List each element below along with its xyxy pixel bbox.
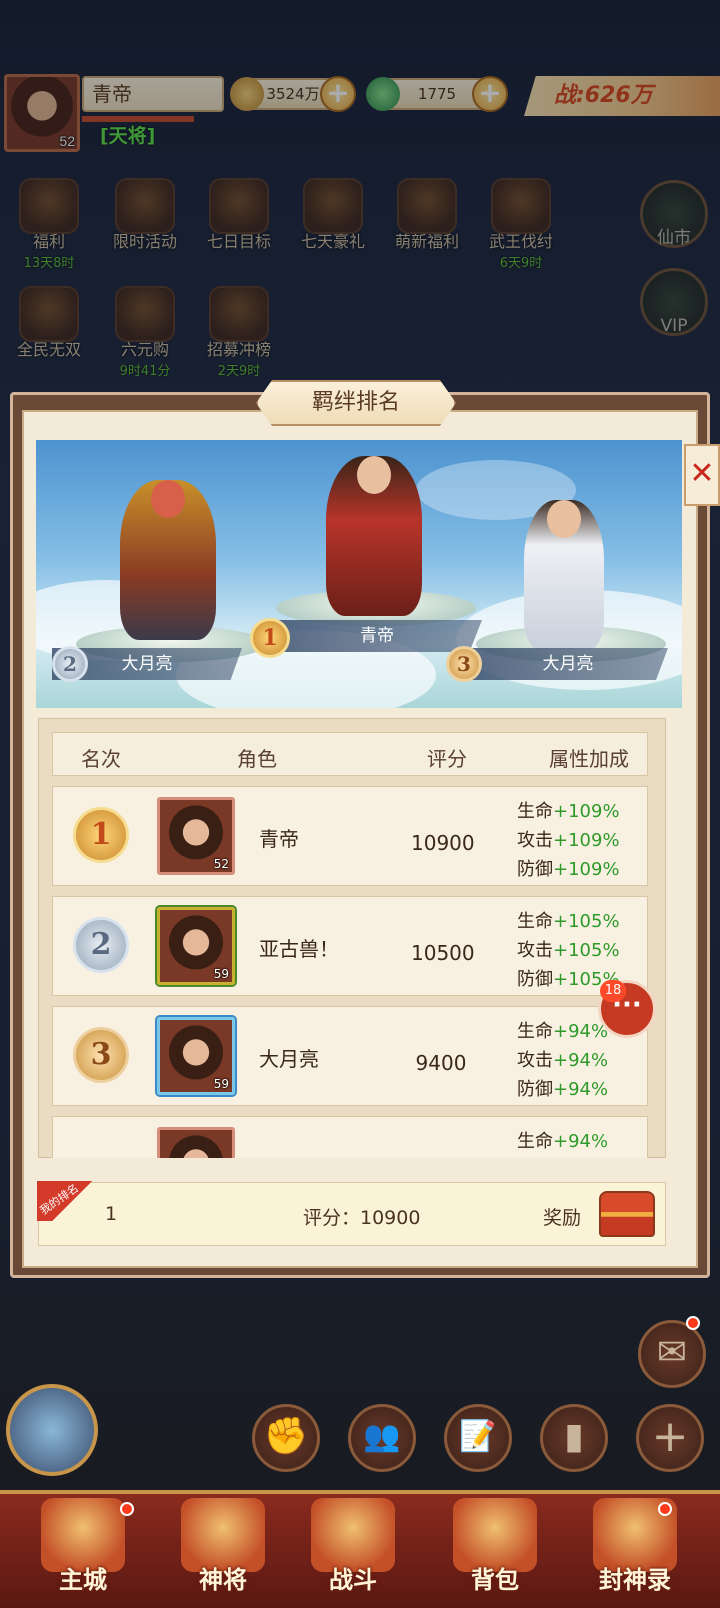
hero-portrait[interactable]	[157, 1127, 235, 1158]
my-rank-bar: 我的排名 1 评分：10900 奖励	[37, 1181, 666, 1246]
plus-icon[interactable]: +	[636, 1404, 704, 1472]
hero-portrait[interactable]: 52	[157, 797, 235, 875]
hero-figure-2[interactable]	[120, 480, 216, 640]
my-rank-ribbon: 我的排名	[37, 1181, 107, 1221]
bronze-medal-icon: 3	[73, 1027, 129, 1083]
header-role: 角色	[237, 747, 277, 771]
table-row[interactable]: 2 59 亚古兽！ 10500 生命+105% 攻击+105% 防御+105%	[52, 896, 648, 996]
bronze-medal-icon: 3	[446, 646, 482, 682]
silver-medal-icon: 2	[52, 646, 88, 682]
header-rank: 名次	[81, 747, 121, 771]
reward-label: 奖励	[543, 1207, 582, 1229]
hero-score: 9400	[415, 1051, 467, 1075]
nav-fengshen-record[interactable]: 封神录	[580, 1498, 690, 1608]
silver-medal-icon: 2	[73, 917, 129, 973]
chart-icon[interactable]: ▮	[540, 1404, 608, 1472]
table-row[interactable]: 1 52 青帝 10900 生命+109% 攻击+109% 防御+109%	[52, 786, 648, 886]
podium-banner: 大月亮 2 青帝 1 大月亮 3	[36, 440, 682, 708]
panel-title: 羁绊排名	[256, 380, 456, 426]
hero-portrait[interactable]: 59	[157, 1017, 235, 1095]
fist-icon[interactable]: ✊	[252, 1404, 320, 1472]
close-button[interactable]: ✕	[684, 444, 720, 506]
hero-name: 亚古兽！	[259, 937, 339, 961]
nav-heroes[interactable]: 神将	[168, 1498, 278, 1608]
hero-score: 10900	[411, 831, 475, 855]
table-row[interactable]: 生命+94%	[52, 1116, 648, 1158]
nav-battle[interactable]: 战斗	[298, 1498, 408, 1608]
chat-badge: 18	[600, 980, 626, 1002]
hero-name: 青帝	[259, 827, 299, 851]
gold-medal-icon: 1	[250, 618, 290, 658]
hero-name: 大月亮	[259, 1047, 319, 1071]
attribute-bonus: 生命+109% 攻击+109% 防御+109%	[517, 801, 620, 880]
mail-notification-dot	[686, 1316, 700, 1330]
header-bonus: 属性加成	[549, 747, 629, 771]
my-rank-value: 1	[105, 1203, 118, 1225]
podium-name-3: 大月亮	[468, 648, 668, 680]
attribute-bonus: 生命+94%	[517, 1131, 609, 1152]
nav-main-city[interactable]: 主城	[28, 1498, 138, 1608]
hero-avatar-button[interactable]	[6, 1384, 98, 1476]
table-header: 名次 角色 评分 属性加成	[52, 732, 648, 776]
treasure-chest-icon[interactable]	[599, 1191, 655, 1237]
nav-backpack[interactable]: 背包	[440, 1498, 550, 1608]
my-score: 评分：10900	[303, 1207, 421, 1229]
hero-portrait[interactable]: 59	[157, 907, 235, 985]
friends-icon[interactable]: 👥	[348, 1404, 416, 1472]
hero-score: 10500	[411, 941, 475, 965]
table-row[interactable]: 3 59 大月亮 9400 生命+94% 攻击+94% 防御+94%	[52, 1006, 648, 1106]
record-notification-dot	[658, 1502, 672, 1516]
notes-icon[interactable]: 📝	[444, 1404, 512, 1472]
mail-icon[interactable]: ✉	[638, 1320, 706, 1388]
hero-figure-3[interactable]	[524, 500, 604, 650]
attribute-bonus: 生命+94% 攻击+94% 防御+94%	[517, 1021, 609, 1100]
gold-medal-icon: 1	[73, 807, 129, 863]
header-score: 评分	[427, 747, 467, 771]
hero-figure-1[interactable]	[326, 456, 422, 616]
city-notification-dot	[120, 1502, 134, 1516]
podium-name-1: 青帝	[272, 620, 482, 652]
